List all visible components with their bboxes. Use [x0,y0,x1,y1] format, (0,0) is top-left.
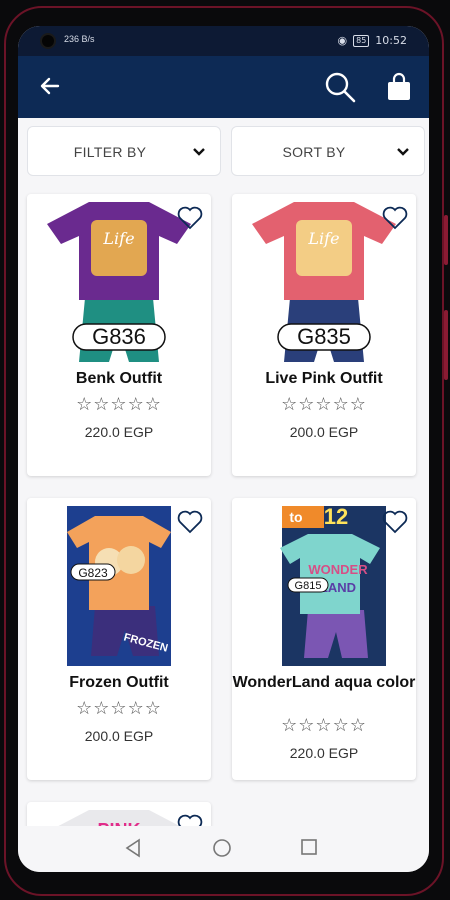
power-button [444,310,448,380]
recents-square-icon[interactable] [300,838,318,856]
arrow-left-icon[interactable] [38,74,62,98]
shopping-bag-icon[interactable] [385,72,413,102]
product-card[interactable]: Life G836 Benk Outfit ☆☆☆☆☆ 220.0 EGP [27,194,211,476]
product-image: Life G836 [47,202,191,362]
sort-by-button[interactable]: SORT BY [231,126,425,176]
heart-icon[interactable] [177,206,203,230]
product-price: 200.0 EGP [84,728,154,744]
clock: 10:52 [375,34,407,47]
filter-by-button[interactable]: FILTER BY [27,126,221,176]
eye-icon: ◉ [337,34,348,47]
phone-frame: 236 B/s ◉ 85 10:52 FILTER BY SORT BY Lif… [0,0,450,900]
status-left: 236 B/s [64,34,95,44]
product-card[interactable]: G823 FROZEN Frozen Outfit ☆☆☆☆☆ 200.0 EG… [27,498,211,780]
screen: 236 B/s ◉ 85 10:52 FILTER BY SORT BY Lif… [18,26,429,872]
svg-text:Life: Life [307,229,339,248]
rating-stars: ☆☆☆☆☆ [76,698,162,719]
heart-icon[interactable] [177,510,203,534]
product-code: G835 [297,324,351,349]
product-image: Life G835 [252,202,396,362]
product-name: Frozen Outfit [69,674,169,691]
search-icon[interactable] [323,70,357,104]
sort-by-label: SORT BY [282,144,346,160]
product-image: to 12 WONDER LAND G815 [280,506,386,666]
svg-text:12: 12 [324,506,348,529]
status-bar: 236 B/s ◉ 85 10:52 [18,26,429,56]
svg-text:Life: Life [102,229,134,248]
product-code: G836 [92,324,146,349]
rating-stars: ☆☆☆☆☆ [281,715,367,736]
heart-icon[interactable] [382,510,408,534]
rating-stars: ☆☆☆☆☆ [281,394,367,415]
filter-by-label: FILTER BY [73,144,147,160]
heart-icon[interactable] [382,206,408,230]
product-price: 220.0 EGP [289,745,359,761]
product-price: 200.0 EGP [289,424,359,440]
product-name: Benk Outfit [75,370,163,387]
product-image: G823 FROZEN [67,506,171,666]
product-name: WonderLand aqua color [232,674,416,691]
product-card[interactable]: to 12 WONDER LAND G815 WonderLand aqua c… [232,498,416,780]
chevron-down-icon [193,148,205,156]
front-camera [42,35,54,47]
app-bar [18,56,429,118]
chevron-down-icon [397,148,409,156]
product-price: 220.0 EGP [84,424,154,440]
back-triangle-icon[interactable] [124,838,142,858]
filter-sort-bar: FILTER BY SORT BY [27,126,425,178]
product-card[interactable]: Life G835 Live Pink Outfit ☆☆☆☆☆ 200.0 E… [232,194,416,476]
product-name: Live Pink Outfit [265,370,383,387]
battery-icon: 85 [353,34,370,47]
system-nav-bar [18,826,429,872]
rating-stars: ☆☆☆☆☆ [76,394,162,415]
product-code: G815 [295,580,322,592]
status-right: ◉ 85 10:52 [338,34,408,47]
svg-text:WONDER: WONDER [308,562,368,577]
svg-text:to: to [289,509,302,525]
network-speed: 236 B/s [64,34,95,44]
home-circle-icon[interactable] [212,838,232,858]
volume-button [444,215,448,265]
product-code: G823 [78,566,108,580]
